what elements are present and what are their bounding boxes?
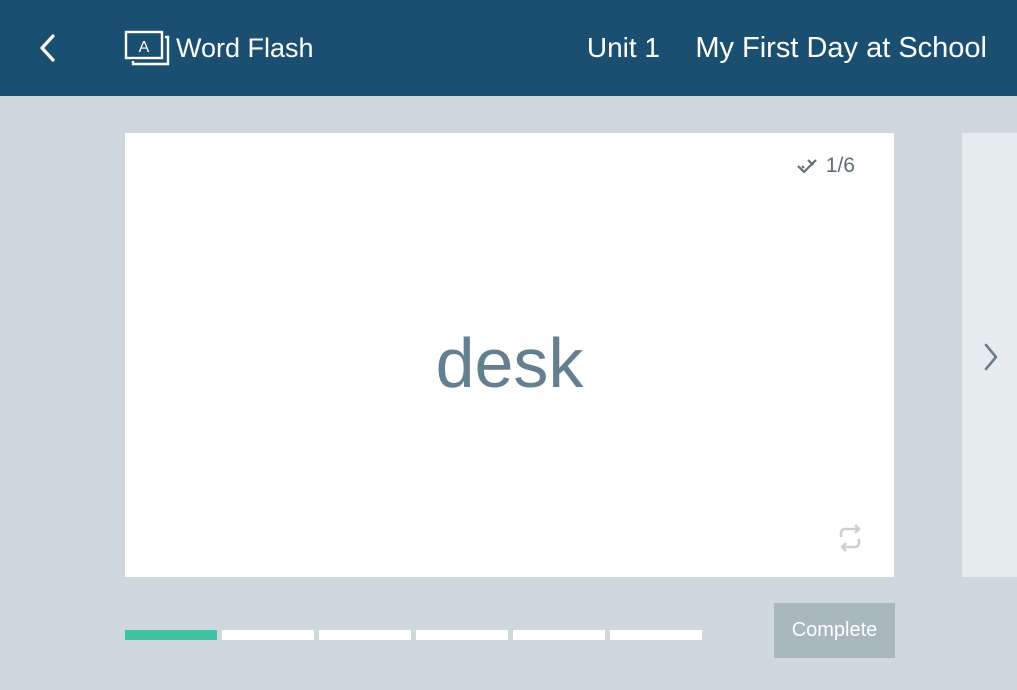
- progress-segment: [610, 630, 702, 640]
- svg-text:A: A: [139, 39, 150, 56]
- unit-label: Unit 1: [586, 32, 660, 63]
- chevron-left-icon: [40, 34, 55, 62]
- card-progress-bar: [125, 630, 707, 640]
- complete-button[interactable]: Complete: [774, 603, 895, 658]
- card-progress: 1/6: [796, 153, 855, 179]
- flashcard-word: desk: [435, 324, 584, 402]
- top-bar: A Word Flash Unit 1 My First Day at Scho…: [0, 0, 1017, 96]
- progress-segment-done: [125, 630, 217, 640]
- app-logo: A Word Flash: [124, 28, 314, 68]
- next-card-button[interactable]: [976, 337, 1006, 377]
- flip-card-button[interactable]: [832, 521, 868, 557]
- flip-arrows-icon: [839, 524, 861, 552]
- lesson-title: My First Day at School: [695, 32, 987, 64]
- flashcard[interactable]: 1/6 desk: [125, 133, 894, 577]
- progress-segment: [222, 630, 314, 640]
- app-name: Word Flash: [176, 32, 314, 63]
- flashcard-logo-icon: A: [124, 30, 170, 66]
- progress-segment: [416, 630, 508, 640]
- double-check-icon: [797, 159, 817, 174]
- progress-segment: [513, 630, 605, 640]
- back-button[interactable]: [28, 28, 68, 68]
- next-card-panel[interactable]: [962, 133, 1017, 577]
- chevron-right-icon: [984, 343, 998, 371]
- card-progress-count: 1/6: [825, 154, 855, 177]
- progress-segment: [319, 630, 411, 640]
